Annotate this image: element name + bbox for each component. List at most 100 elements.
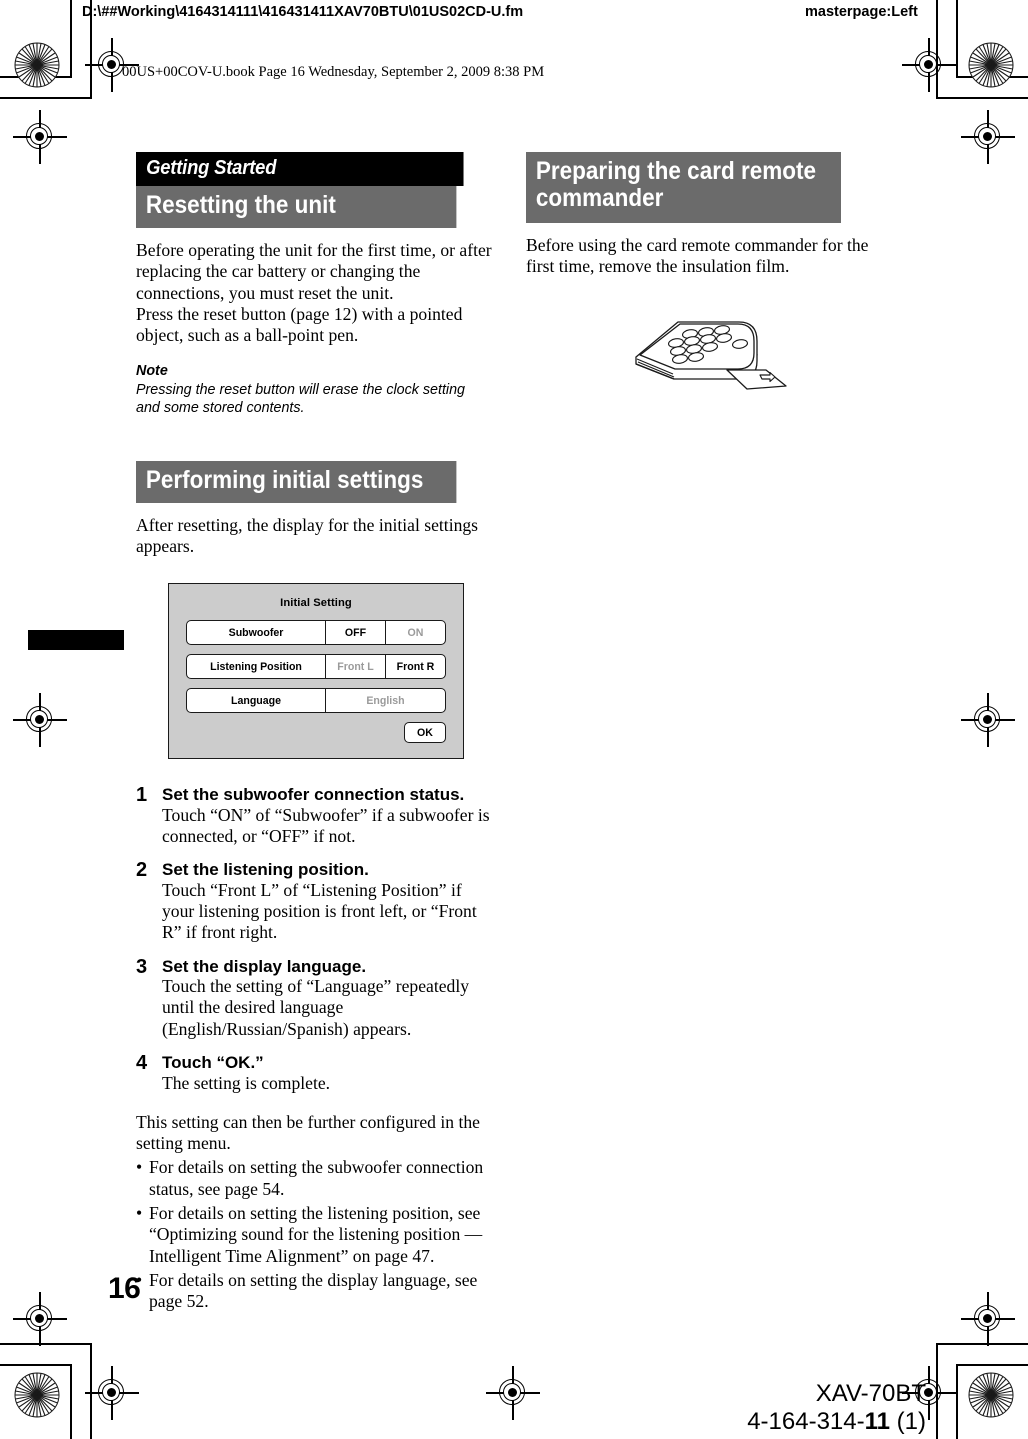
part-number-suffix: (1) [890,1408,926,1435]
lcd-option-subwoofer-on[interactable]: ON [385,621,445,645]
list-item-text: For details on setting the display langu… [149,1269,478,1312]
step-number: 1 [136,784,148,807]
prepress-header: D:\##Working\4164314111\416431411XAV70BT… [0,2,1028,24]
crop-line [0,1343,92,1345]
left-column: Getting Started Resetting the unit Befor… [136,152,492,1312]
registration-mark [13,110,67,164]
registration-mark [486,1366,540,1420]
crop-line [90,0,92,99]
list-item: • For details on setting the display lan… [136,1270,492,1313]
crop-line [70,0,72,78]
crop-line [956,0,958,78]
section-banner-initial-settings: Performing initial settings [136,460,457,503]
step-body: Touch “ON” of “Subwoofer” if a subwoofer… [162,804,490,846]
step-title: Set the display language. [162,956,367,976]
masterpage-label: masterpage:Left [805,4,918,20]
crop-line [70,1364,72,1439]
crop-line [936,97,1028,99]
chapter-banner-label: Getting Started [146,157,277,179]
lcd-label-language: Language [230,694,282,707]
registration-mark [961,110,1015,164]
lcd-option-subwoofer-off[interactable]: OFF [325,621,385,645]
note-heading: Note [136,363,168,380]
starburst-color-target [968,42,1014,88]
step-body: The setting is complete. [162,1072,331,1093]
chapter-banner: Getting Started [136,152,464,186]
step-item: 3 Set the display language. Touch the se… [136,955,492,1040]
bullet-marker-icon: • [136,1202,143,1223]
crop-line [90,1343,92,1439]
registration-mark [85,38,139,92]
lcd-rows: Subwoofer OFF ON Listening Position Fron… [186,620,446,714]
card-remote-paragraph: Before using the card remote commander f… [526,235,869,277]
section-title-initial-settings: Performing initial settings [145,465,424,494]
step-title: Set the listening position. [162,860,369,880]
section-title-card-remote: Preparing the card remote commander [535,157,816,212]
lcd-label-subwoofer: Subwoofer [228,626,284,639]
starburst-color-target [14,1372,60,1418]
list-item-text: For details on setting the listening pos… [149,1202,483,1266]
registration-mark [13,1292,67,1346]
section-banner-card-remote: Preparing the card remote commander [526,152,841,223]
initial-settings-paragraph: After resetting, the display for the ini… [136,514,479,556]
registration-mark [902,38,956,92]
step-number: 4 [136,1052,148,1075]
bullet-marker-icon: • [136,1157,143,1178]
crop-line [0,97,92,99]
list-item: • For details on setting the subwoofer c… [136,1157,492,1200]
numbered-steps: 1 Set the subwoofer connection status. T… [136,785,492,1094]
note-text: Pressing the reset button will erase the… [136,381,465,416]
resetting-paragraph: Before operating the unit for the first … [136,240,492,346]
book-timestamp-line: 00US+00COV-U.book Page 16 Wednesday, Sep… [122,64,545,80]
card-remote-commander-illustration [614,308,876,413]
step-content: Touch “OK.” The setting is complete. [162,1053,492,1094]
starburst-color-target [14,42,60,88]
step-number: 3 [136,955,148,978]
registration-mark [13,693,67,747]
lcd-row-listening-position: Listening Position Front L Front R [186,654,446,680]
step-title: Set the subwoofer connection status. [162,785,465,805]
section-banner-resetting: Resetting the unit [136,186,457,228]
section-title-resetting: Resetting the unit [145,191,336,219]
step-item: 1 Set the subwoofer connection status. T… [136,785,492,847]
step-content: Set the subwoofer connection status. Tou… [162,785,492,847]
step-item: 4 Touch “OK.” The setting is complete. [136,1053,492,1094]
bullet-list: • For details on setting the subwoofer c… [136,1157,492,1312]
registration-mark [961,1292,1015,1346]
part-number: 4-164-314-11 (1) [747,1408,926,1436]
step-title: Touch “OK.” [162,1053,264,1073]
part-number-prefix: 4-164-314- [747,1408,865,1435]
step-body: Touch “Front L” of “Listening Position” … [162,879,477,943]
lcd-option-front-r[interactable]: Front R [385,655,445,679]
model-name: XAV-70BT [815,1380,926,1407]
closing-paragraph: This setting can then be further configu… [136,1111,480,1154]
lcd-option-front-l[interactable]: Front L [325,655,385,679]
page-number: 16 [108,1272,141,1305]
part-number-revision: 11 [864,1408,890,1435]
step-content: Set the display language. Touch the sett… [162,957,492,1040]
lcd-ok-row: OK [186,722,446,744]
starburst-color-target [968,1372,1014,1418]
lcd-label-listening-position: Listening Position [210,660,302,673]
source-file-path: D:\##Working\4164314111\416431411XAV70BT… [82,4,524,20]
lcd-row-language: Language English [186,688,446,714]
step-number: 2 [136,859,148,882]
thumb-index-tab [28,630,124,650]
crop-line [0,1364,72,1366]
list-item-text: For details on setting the subwoofer con… [149,1157,484,1199]
right-column: Preparing the card remote commander Befo… [526,152,876,413]
registration-mark [85,1366,139,1420]
lcd-option-language-english[interactable]: English [325,689,445,713]
step-body: Touch the setting of “Language” repeated… [162,976,470,1039]
lcd-panel: Initial Setting Subwoofer OFF ON Listeni… [168,583,464,760]
list-item: • For details on setting the listening p… [136,1203,492,1267]
crop-line [936,1343,1028,1345]
step-item: 2 Set the listening position. Touch “Fro… [136,860,492,943]
step-content: Set the listening position. Touch “Front… [162,860,492,943]
lcd-title: Initial Setting [280,597,352,610]
crop-line [956,1364,958,1439]
initial-setting-screen-figure: Initial Setting Subwoofer OFF ON Listeni… [168,583,492,760]
lcd-row-subwoofer: Subwoofer OFF ON [186,620,446,646]
lcd-ok-button[interactable]: OK [404,722,446,744]
